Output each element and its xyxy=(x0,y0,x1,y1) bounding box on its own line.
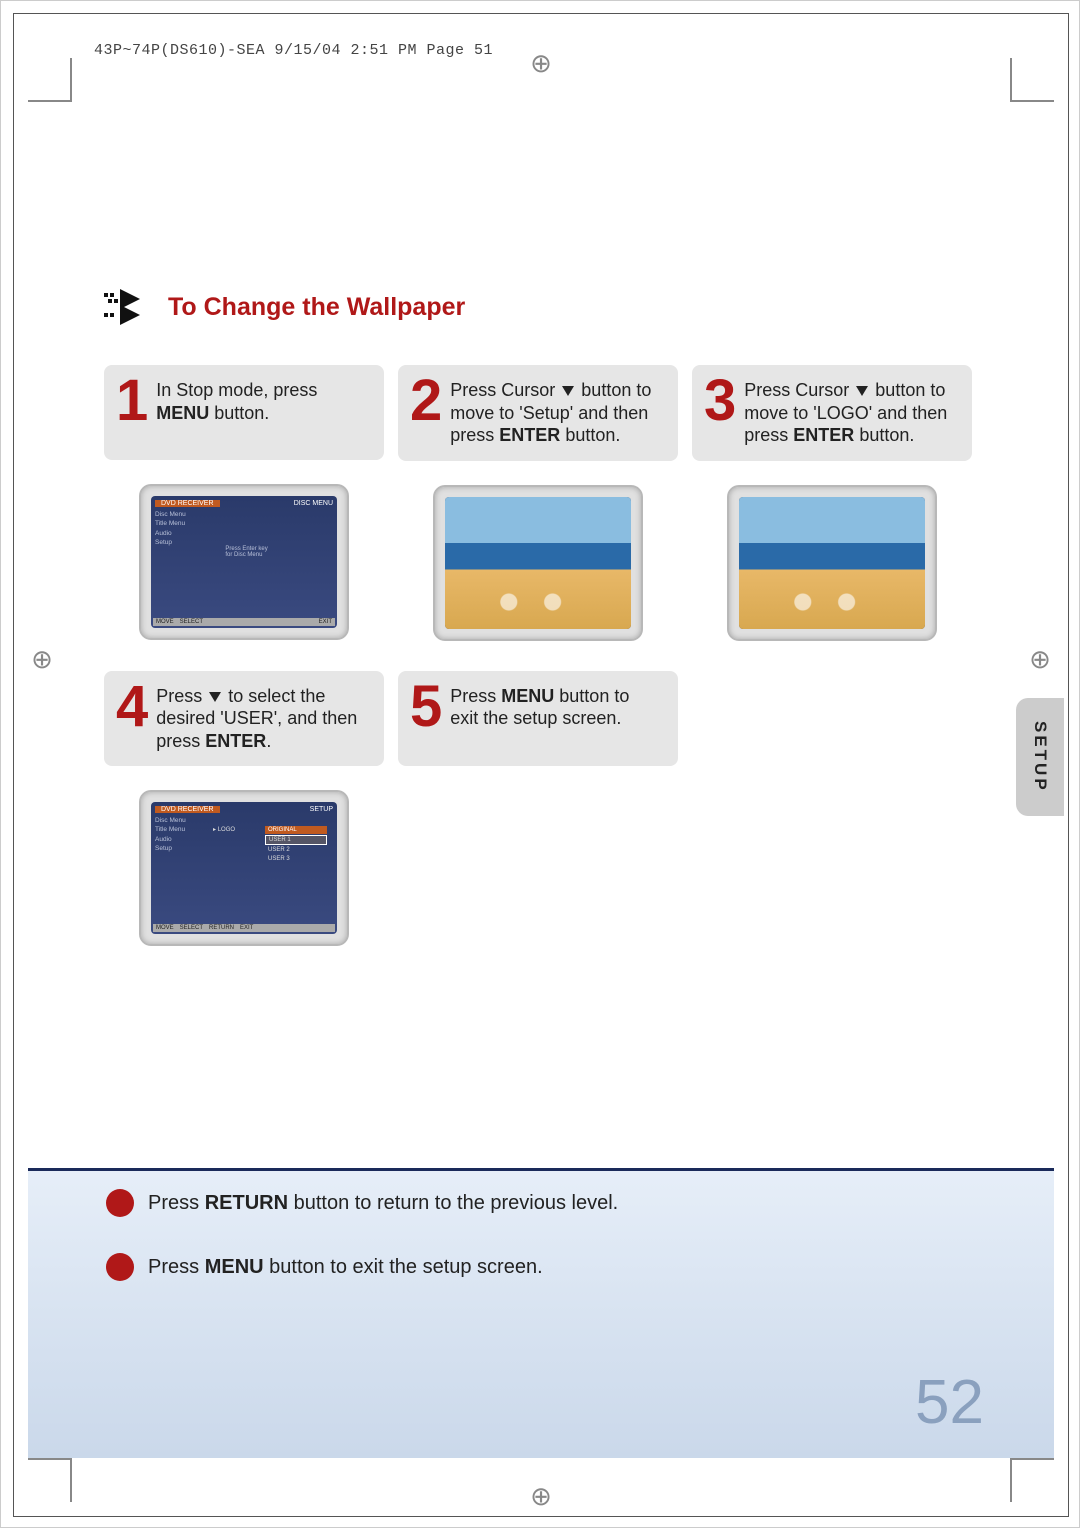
tip-text-fragment: Press xyxy=(148,1192,205,1214)
crop-mark xyxy=(1012,100,1054,102)
step-text: In Stop mode, press MENU button. xyxy=(156,375,368,424)
tv-bottom-bar: MOVESELECTRETURNEXIT xyxy=(153,924,335,932)
step-text-fragment: Press Cursor xyxy=(744,380,854,400)
tv-mockup-setup-logo: DVD RECEIVER SETUP Disc Menu Title Menu … xyxy=(139,790,349,946)
section-title-row: To Change the Wallpaper xyxy=(104,289,1004,325)
step-text: Press Cursor button to move to 'Setup' a… xyxy=(450,375,662,447)
step-card: 5 Press MENU button to exit the setup sc… xyxy=(398,671,678,766)
tip-menu: Press MENU button to exit the setup scre… xyxy=(28,1225,1054,1289)
steps-row-2: 4 Press to select the desired 'USER', an… xyxy=(104,671,1004,947)
down-triangle-icon xyxy=(209,692,221,702)
tip-text-bold: RETURN xyxy=(205,1192,288,1214)
crop-mark xyxy=(28,100,70,102)
section-title: To Change the Wallpaper xyxy=(168,293,465,322)
step-card: 4 Press to select the desired 'USER', an… xyxy=(104,671,384,767)
step-text-fragment: . xyxy=(266,731,271,751)
step-text-fragment: Press Cursor xyxy=(450,380,560,400)
bullet-dot-icon xyxy=(106,1189,134,1217)
crop-mark xyxy=(1012,1458,1054,1460)
step-text-bold: MENU xyxy=(501,686,554,706)
tv-sidebar-item: Disc Menu xyxy=(155,816,333,825)
header-slug: 43P~74P(DS610)-SEA 9/15/04 2:51 PM Page … xyxy=(94,42,493,59)
tv-option: USER 3 xyxy=(265,855,327,863)
tv-tab-label: DVD RECEIVER xyxy=(155,806,220,813)
tv-mockup-disc-menu: DVD RECEIVER DISC MENU Disc Menu Title M… xyxy=(139,484,349,640)
crop-mark xyxy=(70,1458,72,1502)
bottom-tips-block: Press RETURN button to return to the pre… xyxy=(28,1168,1054,1458)
page-frame: 43P~74P(DS610)-SEA 9/15/04 2:51 PM Page … xyxy=(13,13,1069,1517)
tv-sidebar: Disc Menu Title Menu Audio Setup xyxy=(155,510,333,548)
step-text-bold: ENTER xyxy=(205,731,266,751)
down-triangle-icon xyxy=(562,386,574,396)
step-text-fragment: In Stop mode, press xyxy=(156,380,317,400)
tv-logo-label: ▸ LOGO xyxy=(213,826,235,833)
tip-return: Press RETURN button to return to the pre… xyxy=(28,1171,1054,1225)
tv-mockup-photo xyxy=(727,485,937,641)
registration-mark-icon: ⊕ xyxy=(527,1482,555,1510)
step-text-fragment: button. xyxy=(209,403,269,423)
step-number: 3 xyxy=(704,375,736,427)
tv-menu-label: DISC MENU xyxy=(294,500,333,507)
step-card: 1 In Stop mode, press MENU button. xyxy=(104,365,384,460)
tv-option: USER 1 xyxy=(265,835,327,845)
step-4: 4 Press to select the desired 'USER', an… xyxy=(104,671,384,947)
step-text: Press MENU button to exit the setup scre… xyxy=(450,681,662,730)
tv-menu-label: SETUP xyxy=(310,806,333,813)
tv-sidebar-item: Disc Menu xyxy=(155,510,333,519)
registration-mark-icon: ⊕ xyxy=(28,645,56,673)
step-number: 1 xyxy=(116,375,148,427)
arrow-cluster-icon xyxy=(104,289,154,325)
tv-sidebar-item: Title Menu xyxy=(155,519,333,528)
step-5: 5 Press MENU button to exit the setup sc… xyxy=(398,671,678,766)
down-triangle-icon xyxy=(856,386,868,396)
tip-text-bold: MENU xyxy=(205,1256,264,1278)
step-text-fragment: button. xyxy=(560,425,620,445)
step-text: Press Cursor button to move to 'LOGO' an… xyxy=(744,375,956,447)
tv-mockup-photo xyxy=(433,485,643,641)
step-number: 5 xyxy=(410,681,442,733)
step-text-fragment: Press xyxy=(156,686,207,706)
side-tab-label: SETUP xyxy=(1030,721,1050,793)
crop-mark xyxy=(28,1458,70,1460)
step-card: 2 Press Cursor button to move to 'Setup'… xyxy=(398,365,678,461)
step-card: 3 Press Cursor button to move to 'LOGO' … xyxy=(692,365,972,461)
crop-mark xyxy=(1010,58,1012,102)
step-number: 4 xyxy=(116,681,148,733)
tip-text-fragment: button to exit the setup screen. xyxy=(264,1256,543,1278)
registration-mark-icon: ⊕ xyxy=(527,49,555,77)
tv-center-message: Press Enter key for Disc Menu xyxy=(225,546,267,558)
tv-tab-label: DVD RECEIVER xyxy=(155,500,220,507)
step-text-fragment: button. xyxy=(854,425,914,445)
tv-option: ORIGINAL xyxy=(265,826,327,834)
crop-mark xyxy=(1010,1458,1012,1502)
steps-row-1: 1 In Stop mode, press MENU button. DVD R… xyxy=(104,365,1004,641)
step-3: 3 Press Cursor button to move to 'LOGO' … xyxy=(692,365,972,641)
page-number: 52 xyxy=(915,1367,984,1438)
tv-option: USER 2 xyxy=(265,846,327,854)
step-text-fragment: Press xyxy=(450,686,501,706)
step-1: 1 In Stop mode, press MENU button. DVD R… xyxy=(104,365,384,640)
tip-text-fragment: Press xyxy=(148,1256,205,1278)
step-2: 2 Press Cursor button to move to 'Setup'… xyxy=(398,365,678,641)
tip-text-fragment: button to return to the previous level. xyxy=(288,1192,618,1214)
step-text-bold: ENTER xyxy=(499,425,560,445)
step-text-bold: ENTER xyxy=(793,425,854,445)
tv-sidebar-item: Audio xyxy=(155,529,333,538)
registration-mark-icon: ⊕ xyxy=(1026,645,1054,673)
step-number: 2 xyxy=(410,375,442,427)
content-area: To Change the Wallpaper 1 In Stop mode, … xyxy=(104,289,1004,964)
step-text: Press to select the desired 'USER', and … xyxy=(156,681,368,753)
bullet-dot-icon xyxy=(106,1253,134,1281)
step-text-bold: MENU xyxy=(156,403,209,423)
tv-logo-options: ORIGINAL USER 1 USER 2 USER 3 xyxy=(265,826,327,864)
side-tab-setup: SETUP xyxy=(1016,698,1064,816)
crop-mark xyxy=(70,58,72,102)
tv-bottom-bar: MOVESELECTEXIT xyxy=(153,618,335,626)
